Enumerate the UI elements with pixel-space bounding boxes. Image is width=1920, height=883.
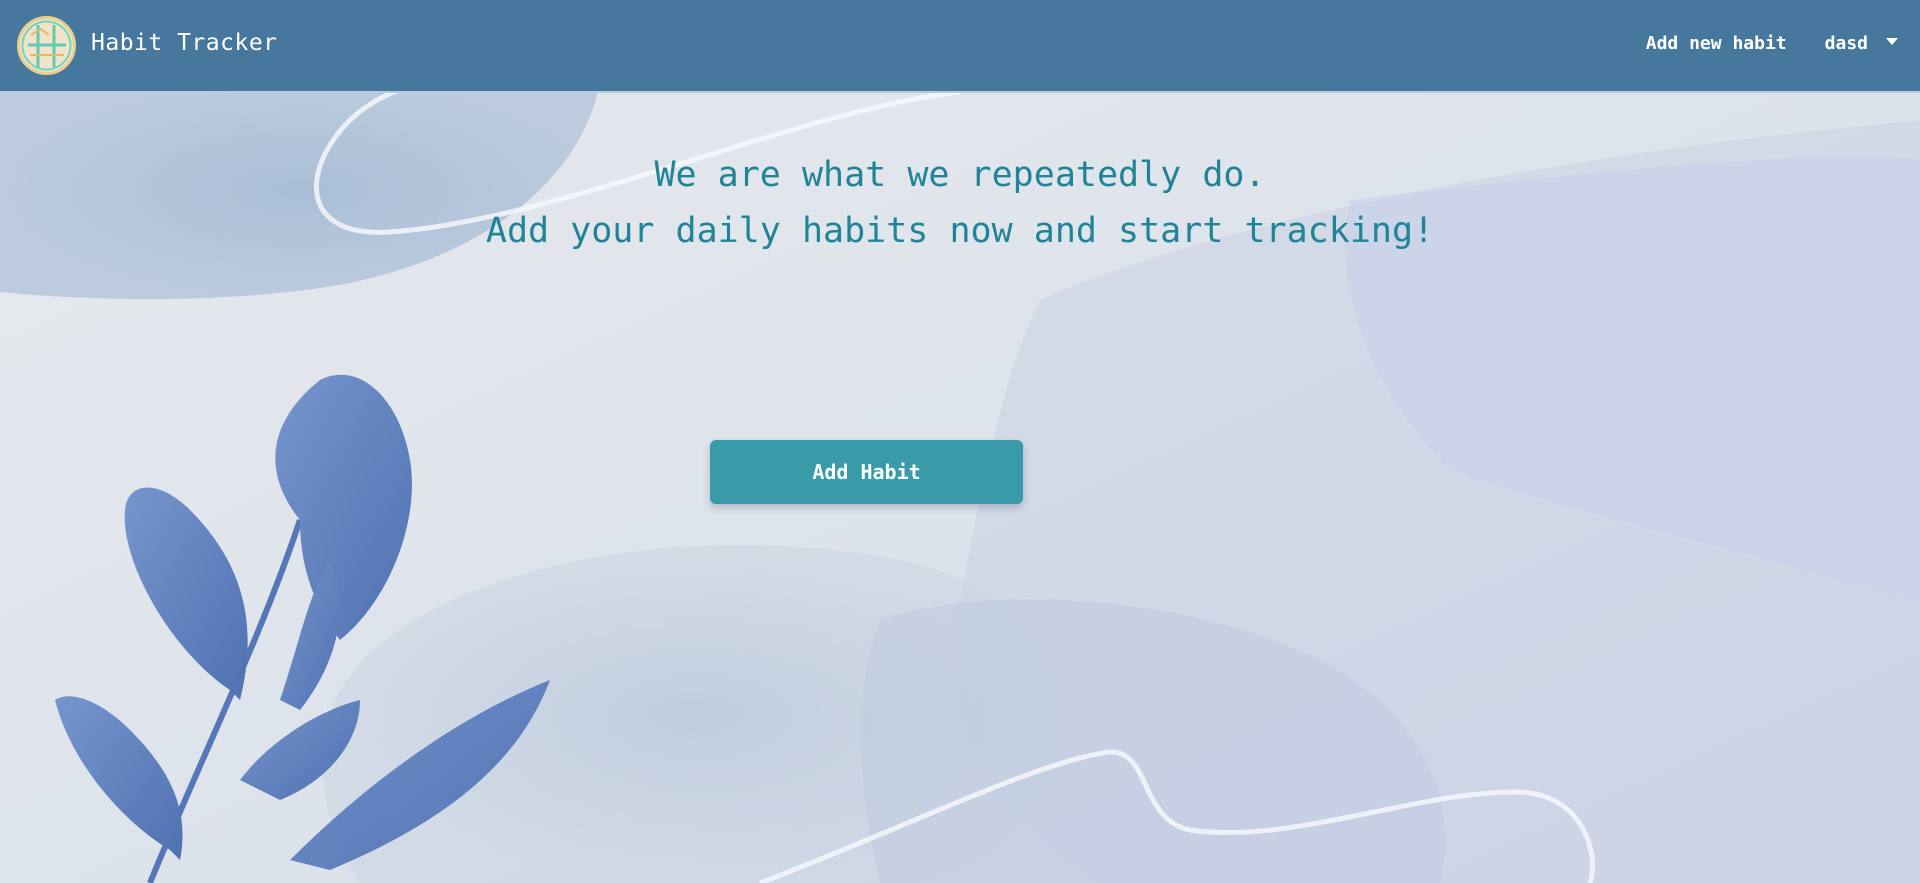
nav-right: Add new habit dasd xyxy=(1646,33,1898,54)
add-new-habit-link[interactable]: Add new habit xyxy=(1646,33,1787,54)
user-menu-toggle[interactable]: dasd xyxy=(1825,33,1898,54)
hero-quote: We are what we repeatedly do. xyxy=(654,155,1266,195)
user-name: dasd xyxy=(1824,33,1868,54)
add-habit-button[interactable]: Add Habit xyxy=(710,440,1023,504)
hero-section: We are what we repeatedly do. Add your d… xyxy=(0,147,1920,259)
hero-call-to-action: Add your daily habits now and start trac… xyxy=(485,211,1435,251)
navbar: Habit Tracker Add new habit dasd xyxy=(0,0,1920,93)
habit-tracker-logo-icon xyxy=(17,16,76,75)
brand-name: Habit Tracker xyxy=(91,29,278,56)
caret-down-icon xyxy=(1886,38,1898,45)
brand-link[interactable]: Habit Tracker xyxy=(16,15,278,76)
